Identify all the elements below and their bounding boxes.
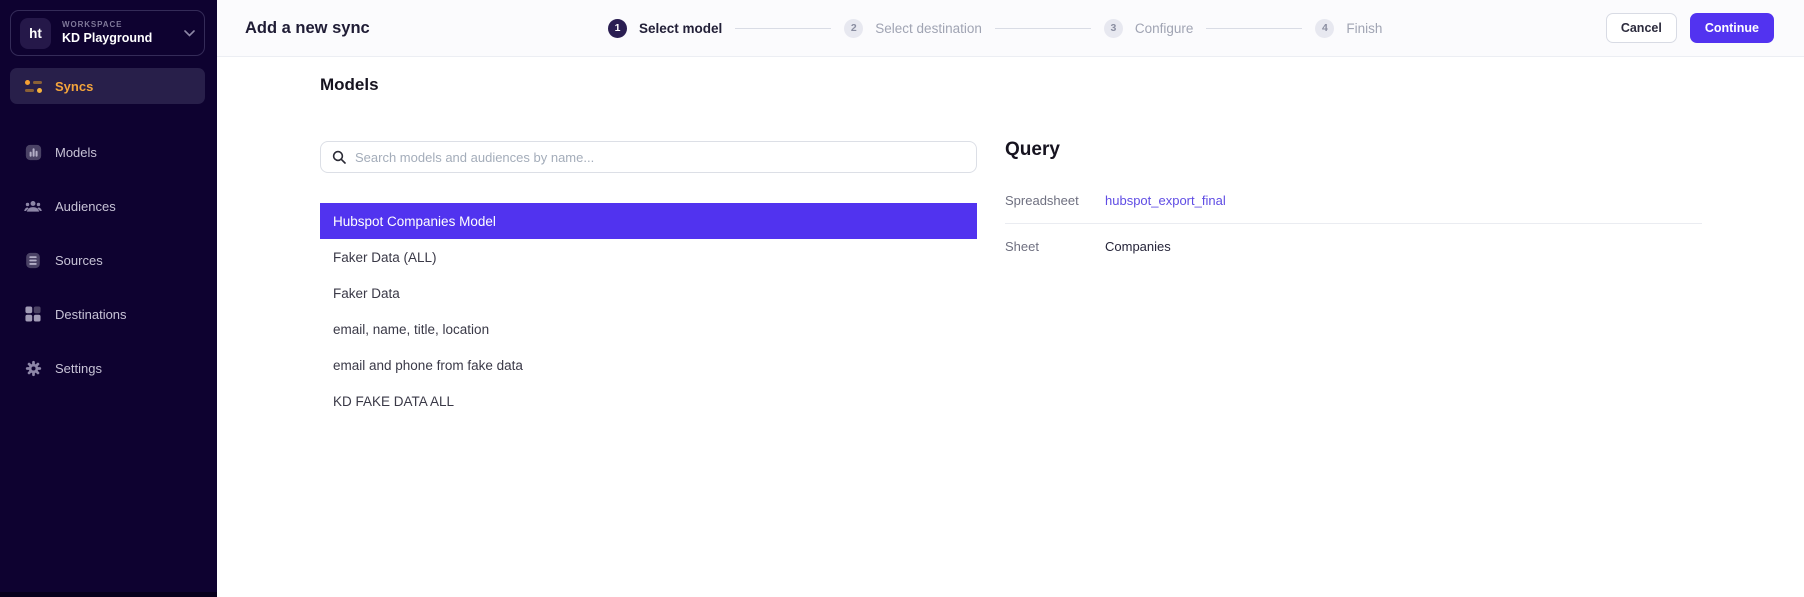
step-number-badge: 2 xyxy=(844,19,863,38)
sidebar: ht WORKSPACE KD Playground Syncs Models xyxy=(0,0,217,597)
sidebar-item-label: Audiences xyxy=(55,199,116,214)
model-row-hubspot-companies[interactable]: Hubspot Companies Model xyxy=(320,203,977,239)
sidebar-item-sources[interactable]: Sources xyxy=(10,242,205,278)
models-panel-title: Models xyxy=(320,75,379,95)
sidebar-item-label: Sources xyxy=(55,253,103,268)
model-row-faker-data[interactable]: Faker Data xyxy=(320,275,977,311)
chevron-down-icon xyxy=(184,30,195,37)
sidebar-item-destinations[interactable]: Destinations xyxy=(10,296,205,332)
sidebar-item-models[interactable]: Models xyxy=(10,134,205,170)
page-title: Add a new sync xyxy=(245,19,370,38)
model-name: Hubspot Companies Model xyxy=(333,214,496,229)
header-actions: Cancel Continue xyxy=(1606,13,1774,43)
workspace-label: WORKSPACE xyxy=(62,21,152,29)
step-number-badge: 3 xyxy=(1104,19,1123,38)
step-select-model[interactable]: 1 Select model xyxy=(608,19,722,38)
model-search-box[interactable] xyxy=(320,141,977,173)
workspace-meta: WORKSPACE KD Playground xyxy=(62,21,152,45)
query-panel-title: Query xyxy=(1005,139,1060,161)
query-row-spreadsheet: Spreadsheet hubspot_export_final xyxy=(1005,183,1702,224)
step-label: Configure xyxy=(1135,21,1194,36)
workspace-selector[interactable]: ht WORKSPACE KD Playground xyxy=(10,10,205,56)
sidebar-item-settings[interactable]: Settings xyxy=(10,350,205,386)
main-content: Models Hubspot Companies Model Faker Dat… xyxy=(217,58,1804,597)
sidebar-item-label: Settings xyxy=(55,361,102,376)
model-name: email, name, title, location xyxy=(333,322,489,337)
audiences-icon xyxy=(24,197,42,215)
step-finish[interactable]: 4 Finish xyxy=(1315,19,1382,38)
model-list: Hubspot Companies Model Faker Data (ALL)… xyxy=(320,203,977,419)
query-row-label: Sheet xyxy=(1005,239,1105,254)
models-icon xyxy=(24,143,42,161)
syncs-icon xyxy=(24,77,42,95)
sources-icon xyxy=(24,251,42,269)
sidebar-nav: Syncs Models Audiences Sources Destinati xyxy=(0,68,217,386)
step-connector xyxy=(735,28,831,29)
step-connector xyxy=(995,28,1091,29)
model-search-input[interactable] xyxy=(355,150,965,165)
step-label: Finish xyxy=(1346,21,1382,36)
step-select-destination[interactable]: 2 Select destination xyxy=(844,19,982,38)
sidebar-item-audiences[interactable]: Audiences xyxy=(10,188,205,224)
model-row-faker-data-all[interactable]: Faker Data (ALL) xyxy=(320,239,977,275)
sidebar-item-syncs[interactable]: Syncs xyxy=(10,68,205,104)
continue-button[interactable]: Continue xyxy=(1690,13,1774,43)
sheet-value: Companies xyxy=(1105,239,1171,254)
query-row-label: Spreadsheet xyxy=(1005,193,1105,208)
model-name: KD FAKE DATA ALL xyxy=(333,394,454,409)
model-name: email and phone from fake data xyxy=(333,358,523,373)
page-header: Add a new sync 1 Select model 2 Select d… xyxy=(217,0,1804,57)
step-label: Select model xyxy=(639,21,722,36)
model-name: Faker Data xyxy=(333,286,400,301)
destinations-icon xyxy=(24,305,42,323)
step-label: Select destination xyxy=(875,21,982,36)
hightouch-logo: ht xyxy=(20,18,51,49)
model-row-email-and-phone[interactable]: email and phone from fake data xyxy=(320,347,977,383)
sidebar-item-label: Destinations xyxy=(55,307,127,322)
step-connector xyxy=(1206,28,1302,29)
wizard-stepper: 1 Select model 2 Select destination 3 Co… xyxy=(608,0,1382,56)
step-configure[interactable]: 3 Configure xyxy=(1104,19,1194,38)
search-icon xyxy=(332,150,346,164)
model-row-email-name-title-location[interactable]: email, name, title, location xyxy=(320,311,977,347)
sidebar-item-label: Models xyxy=(55,145,97,160)
spreadsheet-link[interactable]: hubspot_export_final xyxy=(1105,193,1226,208)
step-number-badge: 4 xyxy=(1315,19,1334,38)
cancel-button[interactable]: Cancel xyxy=(1606,13,1677,43)
settings-icon xyxy=(24,359,42,377)
workspace-name: KD Playground xyxy=(62,32,152,45)
model-row-kd-fake-data-all[interactable]: KD FAKE DATA ALL xyxy=(320,383,977,419)
step-number-badge: 1 xyxy=(608,19,627,38)
model-name: Faker Data (ALL) xyxy=(333,250,437,265)
query-row-sheet: Sheet Companies xyxy=(1005,224,1702,264)
query-details: Spreadsheet hubspot_export_final Sheet C… xyxy=(1005,183,1702,264)
sidebar-item-label: Syncs xyxy=(55,79,93,94)
